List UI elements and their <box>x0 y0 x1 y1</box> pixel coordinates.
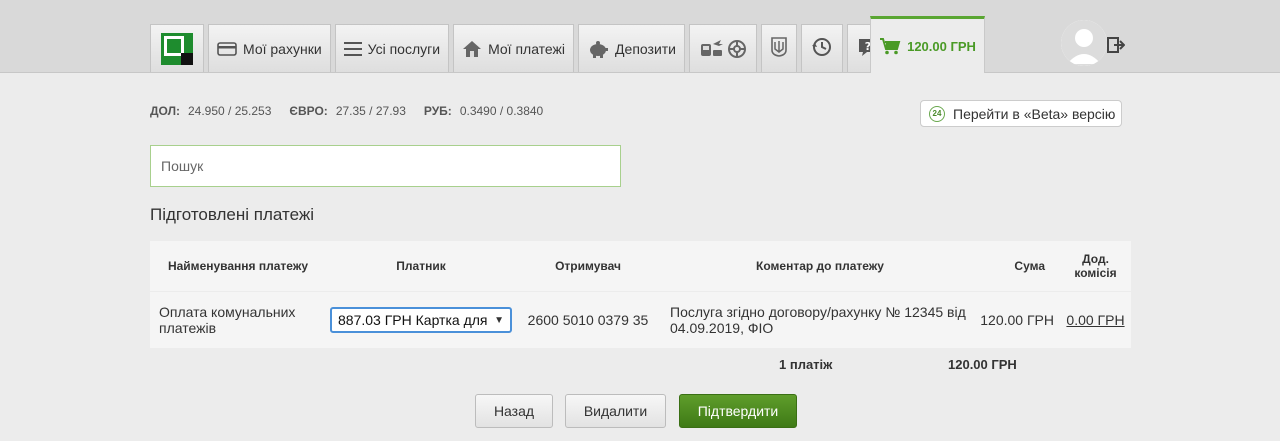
cell-recipient: 2600 5010 0379 35 <box>527 312 649 328</box>
table-row: Оплата комунальних платежів 887.03 ГРН К… <box>150 292 1131 348</box>
tab-my-accounts[interactable]: Мої рахунки <box>208 24 331 72</box>
header-fee: Дод. комісія <box>1060 252 1131 280</box>
exchange-rates: ДОЛ: 24.950 / 25.253 ЄВРО: 27.35 / 27.93 Р… <box>150 104 543 118</box>
cell-name: Оплата комунальних платежів <box>159 304 296 336</box>
rate-eur-value: 27.35 / 27.93 <box>335 104 406 118</box>
tab-label: Мої рахунки <box>243 40 322 57</box>
tab-my-payments[interactable]: Мої платежі <box>453 24 575 72</box>
tab-history[interactable] <box>801 24 843 72</box>
tab-label: Депозити <box>615 40 676 57</box>
confirm-button[interactable]: Підтвердити <box>679 394 797 428</box>
tab-travel[interactable] <box>689 24 757 72</box>
dropdown-arrow-icon: ▼ <box>494 314 504 326</box>
cart-icon <box>879 37 901 55</box>
main-nav: Мої рахунки Усі послуги Мої платежі Депо… <box>150 16 985 73</box>
section-title: Підготовлені платежі <box>150 205 314 224</box>
logout-icon <box>1107 37 1126 53</box>
back-button[interactable]: Назад <box>475 394 553 428</box>
tab-government[interactable] <box>761 24 797 72</box>
payer-select[interactable]: 887.03 ГРН Картка для ▼ <box>330 307 512 333</box>
cell-amount: 120.00 ГРН <box>980 312 1054 328</box>
house-icon <box>462 40 482 58</box>
user-avatar[interactable] <box>1061 20 1107 66</box>
total-count: 1 платіж <box>779 357 833 372</box>
fee-link[interactable]: 0.00 ГРН <box>1066 312 1124 328</box>
header-amount: Сума <box>1014 259 1045 273</box>
header-fee-line1: Дод. <box>1082 252 1109 266</box>
card-icon <box>217 41 237 56</box>
beta-version-button[interactable]: 24 Перейти в «Beta» версію <box>920 100 1122 127</box>
tab-label: Усі послуги <box>367 40 441 57</box>
tab-deposits[interactable]: Депозити <box>578 24 685 72</box>
rate-eur-label: ЄВРО: <box>289 104 328 118</box>
cell-payer: 887.03 ГРН Картка для ▼ <box>326 307 516 333</box>
rate-usd-value: 24.950 / 25.253 <box>188 104 272 118</box>
cart-total: 120.00 ГРН <box>907 38 976 54</box>
header-payer: Платник <box>396 259 446 273</box>
cell-comment: Послуга згідно договору/рахунку № 12345 … <box>670 304 966 336</box>
rate-rub-value: 0.3490 / 0.3840 <box>459 104 544 118</box>
header-name: Найменування платежу <box>167 259 309 273</box>
avatar-icon <box>1061 20 1107 66</box>
tab-all-services[interactable]: Усі послуги <box>334 24 450 72</box>
search-input[interactable] <box>150 145 621 187</box>
delete-button[interactable]: Видалити <box>565 394 666 428</box>
history-icon <box>811 36 833 61</box>
piggy-bank-icon <box>587 40 609 58</box>
tab-label: Мої платежі <box>488 40 566 57</box>
rate-rub-label: РУБ: <box>423 104 452 118</box>
trident-icon <box>771 37 787 60</box>
payer-select-value: 887.03 ГРН Картка для <box>338 312 488 328</box>
cart-tab[interactable]: 120.00 ГРН <box>870 16 985 73</box>
rate-usd-label: ДОЛ: <box>150 104 180 118</box>
table-header: Найменування платежу Платник Отримувач К… <box>150 241 1131 291</box>
rate-usd: ДОЛ: 24.950 / 25.253 <box>150 104 271 118</box>
cell-fee: 0.00 ГРН <box>1060 312 1131 328</box>
rate-rub: РУБ: 0.3490 / 0.3840 <box>424 104 543 118</box>
logout-button[interactable] <box>1107 36 1126 59</box>
header-fee-line2: комісія <box>1074 266 1117 280</box>
train-plane-icon <box>699 38 747 60</box>
rate-eur: ЄВРО: 27.35 / 27.93 <box>289 104 405 118</box>
beta-label: Перейти в «Beta» версію <box>953 105 1116 122</box>
privat-logo[interactable] <box>150 24 204 72</box>
prepared-payments-table: Найменування платежу Платник Отримувач К… <box>150 241 1131 348</box>
beta-24-icon: 24 <box>929 105 945 122</box>
top-navigation-bar: Мої рахунки Усі послуги Мої платежі Депо… <box>0 0 1280 73</box>
list-icon <box>343 41 362 57</box>
header-comment: Коментар до платежу <box>756 259 884 273</box>
bank-logo-icon <box>161 32 193 65</box>
header-recipient: Отримувач <box>555 259 621 273</box>
total-amount: 120.00 ГРН <box>948 357 1017 372</box>
